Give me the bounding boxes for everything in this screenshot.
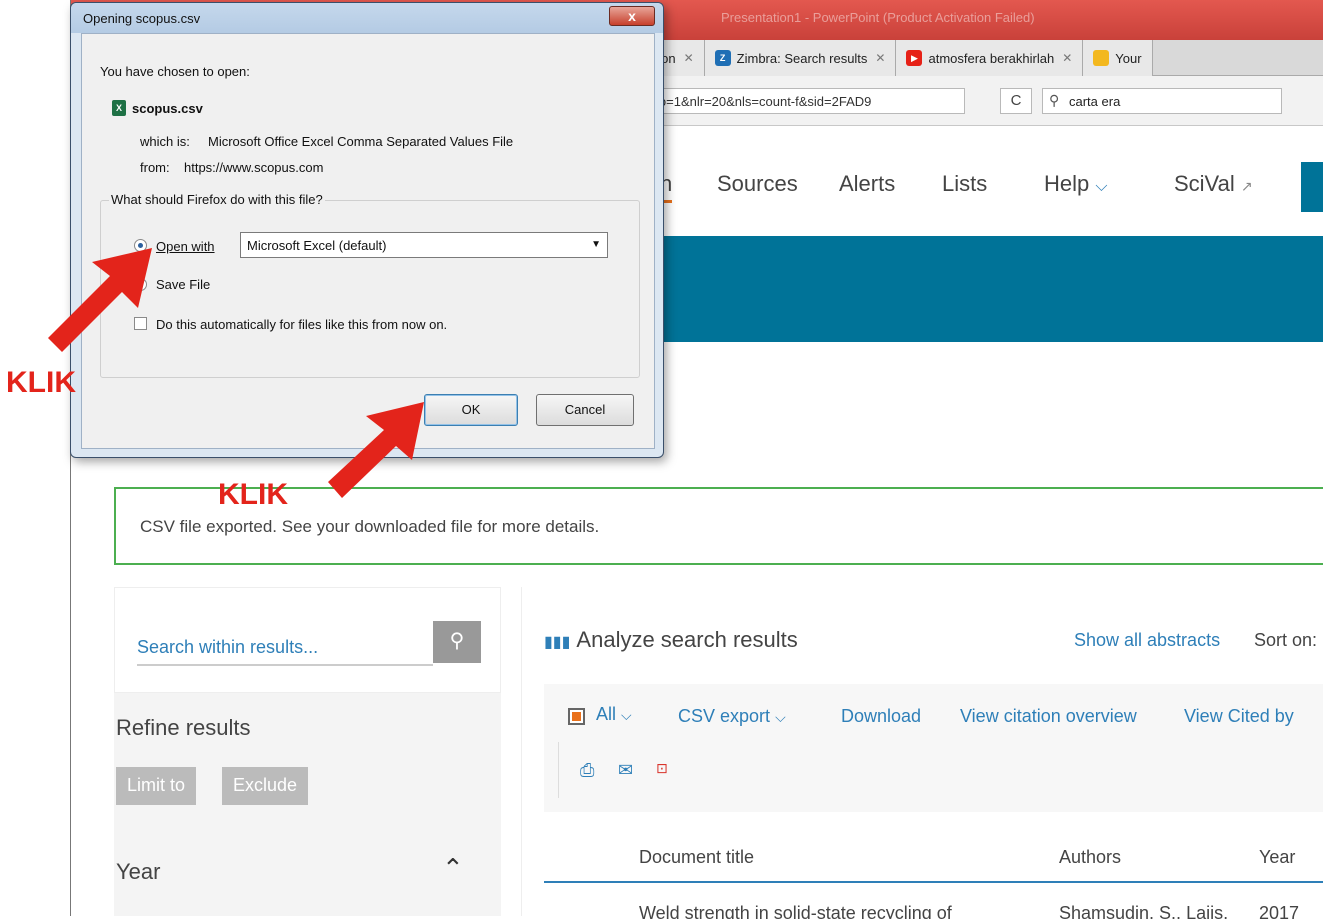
reload-button[interactable]: C	[1000, 88, 1032, 114]
column-document-title[interactable]: Document title	[639, 847, 754, 868]
which-is-label: which is:	[140, 134, 190, 149]
row-title[interactable]: Weld strength in solid-state recycling o…	[639, 903, 952, 919]
reload-icon: C	[1010, 92, 1022, 109]
chosen-to-open-text: You have chosen to open:	[100, 64, 250, 79]
column-year[interactable]: Year	[1259, 847, 1295, 868]
email-icon[interactable]: ✉	[618, 760, 633, 781]
file-type: Microsoft Office Excel Comma Separated V…	[208, 134, 514, 149]
zimbra-icon: Z	[714, 50, 731, 66]
chevron-down-icon: ▼	[591, 239, 601, 250]
auto-action-label[interactable]: Do this automatically for files like thi…	[156, 317, 447, 332]
results-banner-right	[580, 236, 1323, 342]
window-title: Presentation1 - PowerPoint (Product Acti…	[721, 10, 1035, 25]
search-icon: ⚲	[1049, 92, 1060, 108]
nav-alerts[interactable]: Alerts	[839, 171, 895, 197]
browser-search-input[interactable]: ⚲ carta era	[1042, 88, 1282, 114]
chevron-down-icon: ⌵	[621, 707, 632, 723]
tab-label: atmosfera berakhirlah	[928, 50, 1055, 66]
arrow-shape	[48, 248, 152, 352]
annotation-klik-1: KLIK	[6, 366, 76, 399]
annotation-arrow-open-with	[48, 248, 152, 352]
scopus-header-nav: h Sources Alerts Lists Help ⌵ SciVal ↗	[580, 126, 1323, 236]
refine-sidebar: Search within results... ⚲ Refine result…	[114, 587, 501, 916]
analyze-label: Analyze search results	[576, 627, 798, 652]
show-all-abstracts-link[interactable]: Show all abstracts	[1074, 630, 1220, 651]
tab-bar: ults for con ✕ Z Zimbra: Search results …	[580, 40, 1323, 76]
select-all-checkbox[interactable]	[568, 708, 585, 725]
pdf-icon[interactable]: ⊡	[656, 760, 668, 777]
row-authors: Shamsudin, S., Lajis,	[1059, 903, 1229, 919]
year-facet-label: Year	[116, 859, 161, 884]
column-authors[interactable]: Authors	[1059, 847, 1121, 868]
excel-file-icon: X	[112, 100, 126, 116]
view-cited-by-link[interactable]: View Cited by	[1184, 706, 1294, 727]
tab-label: Your	[1115, 50, 1142, 66]
arrow-shape	[328, 402, 424, 498]
tab-label: Zimbra: Search results	[736, 50, 868, 66]
results-table-header: Document title Authors Year	[544, 835, 1323, 883]
dialog-titlebar: Opening scopus.csv x	[71, 3, 663, 33]
search-within-box: Search within results... ⚲	[114, 587, 501, 693]
nav-help-label: Help	[1044, 171, 1090, 196]
nav-scival[interactable]: SciVal ↗	[1174, 171, 1253, 197]
from-label: from:	[140, 160, 170, 175]
results-toolbar: All ⌵ CSV export ⌵ Download View citatio…	[544, 684, 1323, 812]
open-with-value: Microsoft Excel (default)	[247, 238, 387, 253]
search-within-input[interactable]: Search within results...	[137, 628, 433, 666]
dialog-close-button[interactable]: x	[609, 6, 655, 26]
annotation-klik-2: KLIK	[218, 478, 288, 511]
search-value: carta era	[1069, 94, 1121, 109]
tab-your[interactable]: Your	[1083, 40, 1153, 76]
annotation-arrow-ok	[328, 402, 424, 498]
results-panel: ▮▮▮ Analyze search results Show all abstr…	[521, 587, 1323, 919]
nav-help[interactable]: Help ⌵	[1044, 171, 1108, 197]
file-name: scopus.csv	[132, 101, 203, 116]
view-citation-overview-link[interactable]: View citation overview	[960, 706, 1137, 727]
ad-icon	[1093, 50, 1110, 66]
exclude-button[interactable]: Exclude	[222, 767, 309, 805]
file-action-question: What should Firefox do with this file?	[109, 192, 325, 207]
select-all-dropdown[interactable]: All ⌵	[596, 704, 632, 725]
open-with-select[interactable]: Microsoft Excel (default) ▼	[240, 232, 608, 258]
cancel-button[interactable]: Cancel	[536, 394, 634, 426]
nav-scival-label: SciVal	[1174, 171, 1235, 196]
limit-to-button[interactable]: Limit to	[116, 767, 197, 805]
account-button[interactable]	[1301, 162, 1323, 212]
export-notice: CSV file exported. See your downloaded f…	[114, 487, 1323, 565]
file-source: https://www.scopus.com	[184, 160, 324, 175]
export-notice-text: CSV file exported. See your downloaded f…	[140, 517, 600, 536]
row-year: 2017	[1259, 903, 1300, 919]
toolbar-divider	[558, 742, 559, 798]
print-icon[interactable]: ⎙	[580, 760, 594, 781]
analyze-search-results-link[interactable]: ▮▮▮ Analyze search results	[544, 627, 798, 653]
refine-results-heading: Refine results	[116, 715, 251, 740]
csv-export-label: CSV export	[678, 706, 771, 726]
navigation-toolbar: ajis&st2=&nlo=1&nlr=20&nls=count-f&sid=2…	[580, 76, 1323, 126]
bar-chart-icon: ▮▮▮	[544, 634, 571, 651]
close-icon[interactable]: ✕	[875, 51, 885, 65]
download-link[interactable]: Download	[841, 706, 921, 727]
csv-export-link[interactable]: CSV export ⌵	[678, 706, 786, 727]
search-within-button[interactable]: ⚲	[433, 621, 481, 663]
tab-youtube[interactable]: ▶ atmosfera berakhirlah ✕	[896, 40, 1084, 76]
table-row[interactable]: Weld strength in solid-state recycling o…	[544, 899, 1323, 919]
dialog-title: Opening scopus.csv	[83, 11, 201, 26]
external-link-icon: ↗	[1240, 178, 1253, 194]
nav-lists[interactable]: Lists	[942, 171, 987, 197]
nav-sources[interactable]: Sources	[717, 171, 798, 197]
tab-zimbra[interactable]: Z Zimbra: Search results ✕	[704, 40, 897, 76]
close-icon[interactable]: ✕	[1062, 51, 1072, 65]
search-icon: ⚲	[449, 630, 465, 652]
close-icon[interactable]: ✕	[684, 51, 694, 65]
chevron-down-icon: ⌵	[1095, 178, 1108, 195]
chevron-up-icon[interactable]: ⌃	[442, 853, 464, 884]
close-icon: x	[628, 8, 636, 24]
select-all-label: All	[596, 704, 617, 724]
youtube-icon: ▶	[906, 50, 923, 66]
sort-on-label: Sort on:	[1254, 630, 1318, 650]
chevron-down-icon: ⌵	[775, 709, 786, 725]
